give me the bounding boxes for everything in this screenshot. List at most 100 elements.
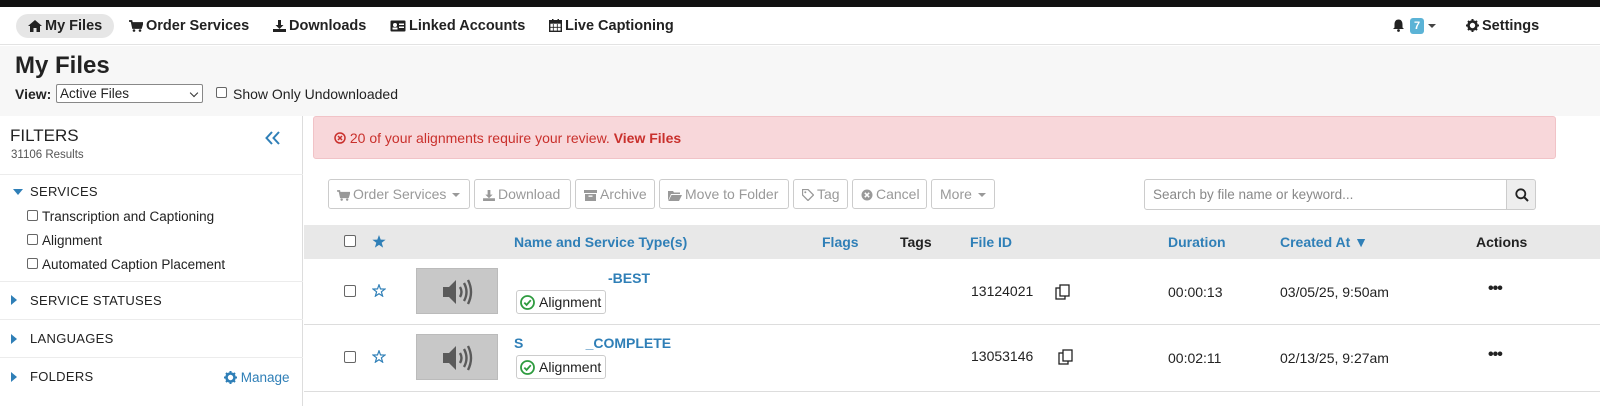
languages-section[interactable]: LANGUAGES (0, 319, 303, 357)
id-card-icon (390, 20, 406, 32)
copy-icon[interactable] (1055, 284, 1070, 300)
page-header (0, 46, 1600, 116)
nav-downloads[interactable]: Downloads (273, 14, 366, 38)
table-row[interactable]: -BEST Alignment 13124021 00:00:13 03/05/… (304, 259, 1600, 325)
show-undownloaded-label: Show Only Undownloaded (233, 86, 398, 102)
filter-alignment[interactable]: Alignment (27, 233, 102, 248)
service-badge[interactable]: Alignment (516, 355, 607, 379)
row-actions-ellipsis-icon[interactable]: ••• (1488, 280, 1503, 298)
table-row[interactable]: S _COMPLETE Alignment 13053146 00:02:11 … (304, 326, 1600, 392)
cancel-circle-icon (861, 189, 873, 201)
filter-caption-placement[interactable]: Automated Caption Placement (27, 257, 225, 272)
column-flags[interactable]: Flags (822, 234, 859, 250)
nav-settings[interactable]: Settings (1466, 14, 1539, 38)
show-undownloaded-toggle[interactable]: Show Only Undownloaded (216, 86, 398, 102)
column-file-id[interactable]: File ID (970, 234, 1012, 250)
copy-icon[interactable] (1058, 349, 1073, 365)
home-icon (28, 20, 42, 32)
column-name[interactable]: Name and Service Type(s) (514, 234, 687, 250)
tag-label: Tag (817, 186, 840, 202)
file-name-link[interactable]: -BEST (608, 270, 650, 286)
file-id: 13053146 (971, 348, 1034, 364)
tag-icon (801, 188, 815, 202)
checkbox[interactable] (27, 210, 38, 221)
column-actions: Actions (1476, 234, 1528, 250)
select-all-checkbox[interactable] (344, 235, 356, 247)
notifications-menu[interactable]: 7 (1392, 14, 1437, 38)
row-checkbox[interactable] (344, 285, 356, 297)
created-at: 02/13/25, 9:27am (1280, 350, 1389, 366)
star-outline-icon[interactable] (372, 350, 386, 363)
column-duration[interactable]: Duration (1168, 234, 1226, 250)
audio-thumbnail[interactable] (416, 334, 498, 380)
service-label: Alignment (539, 359, 602, 375)
nav-order-services[interactable]: Order Services (129, 14, 249, 38)
view-files-link[interactable]: View Files (614, 130, 681, 146)
archive-icon (584, 190, 597, 201)
nav-my-files[interactable]: My Files (16, 14, 115, 38)
star-filled-icon[interactable] (372, 235, 386, 248)
caret-right-icon (11, 334, 17, 344)
view-label: View: (15, 86, 52, 102)
collapse-sidebar-icon[interactable] (265, 128, 281, 151)
services-header[interactable]: SERVICES (30, 184, 98, 199)
download-icon (273, 20, 286, 32)
error-circle-icon (334, 132, 346, 144)
tag-button[interactable]: Tag (793, 179, 848, 209)
move-to-folder-button[interactable]: Move to Folder (659, 179, 789, 209)
caret-right-icon (11, 372, 17, 382)
search-button[interactable] (1506, 179, 1536, 210)
view-select[interactable]: Active Files (56, 84, 203, 103)
service-badge[interactable]: Alignment (516, 290, 607, 314)
archive-label: Archive (600, 186, 647, 202)
file-id: 13124021 (971, 283, 1034, 299)
created-at: 03/05/25, 9:50am (1280, 284, 1389, 300)
service-statuses-header: SERVICE STATUSES (30, 293, 162, 308)
caret-down-icon[interactable] (13, 189, 23, 195)
filters-title: FILTERS (10, 126, 79, 145)
star-outline-icon[interactable] (372, 284, 386, 297)
search-input[interactable]: Search by file name or keyword... (1144, 179, 1507, 210)
cancel-button[interactable]: Cancel (852, 179, 927, 209)
file-name-link[interactable]: S _COMPLETE (514, 335, 671, 351)
checkbox[interactable] (27, 258, 38, 269)
duration: 00:02:11 (1168, 350, 1222, 366)
show-undownloaded-checkbox[interactable] (216, 87, 227, 98)
order-services-button[interactable]: Order Services (328, 179, 470, 209)
download-icon (483, 190, 495, 201)
nav-downloads-label: Downloads (289, 18, 367, 34)
nav-my-files-label: My Files (45, 18, 103, 34)
table-header: Name and Service Type(s) Flags Tags File… (304, 225, 1600, 259)
page-title: My Files (15, 52, 110, 79)
nav-order-services-label: Order Services (146, 18, 250, 34)
manage-folders-link[interactable]: Manage (224, 370, 290, 385)
filter-label: Automated Caption Placement (42, 257, 226, 272)
top-edge-bar (0, 0, 1600, 7)
audio-thumbnail[interactable] (416, 268, 498, 314)
nav-live-captioning-label: Live Captioning (565, 18, 674, 34)
checkbox[interactable] (27, 234, 38, 245)
service-statuses-section[interactable]: SERVICE STATUSES (0, 281, 303, 319)
nav-live-captioning[interactable]: Live Captioning (548, 14, 674, 38)
bell-icon (1393, 19, 1404, 32)
download-label: Download (498, 186, 561, 202)
check-circle-icon (520, 360, 535, 375)
download-button[interactable]: Download (474, 179, 571, 209)
more-button[interactable]: More (931, 179, 995, 209)
move-to-folder-label: Move to Folder (685, 186, 779, 202)
row-checkbox[interactable] (344, 351, 356, 363)
filter-transcription[interactable]: Transcription and Captioning (27, 209, 214, 224)
folders-header: FOLDERS (30, 369, 94, 384)
archive-button[interactable]: Archive (575, 179, 655, 209)
folders-section[interactable]: FOLDERS Manage (0, 357, 303, 406)
nav-linked-accounts[interactable]: Linked Accounts (390, 14, 525, 38)
row-actions-ellipsis-icon[interactable]: ••• (1488, 346, 1503, 364)
services-section: SERVICES Transcription and Captioning Al… (0, 174, 303, 281)
languages-header: LANGUAGES (30, 331, 114, 346)
chevron-down-icon (452, 193, 461, 197)
search-icon (1515, 188, 1529, 202)
duration: 00:00:13 (1168, 284, 1223, 300)
column-created-at[interactable]: Created At ▼ (1280, 234, 1368, 250)
volume-icon (443, 279, 473, 305)
order-services-label: Order Services (353, 186, 447, 202)
